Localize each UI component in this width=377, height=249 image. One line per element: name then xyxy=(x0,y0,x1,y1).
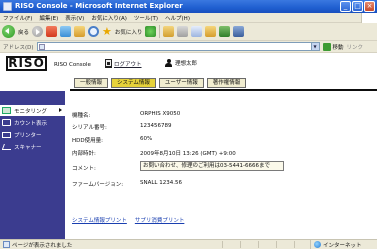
page-done-icon xyxy=(3,241,10,248)
page-icon xyxy=(38,44,45,50)
stop-icon[interactable] xyxy=(46,26,58,37)
scanner-icon xyxy=(2,144,11,150)
status-bar: ページが表示されました インターネット xyxy=(0,239,377,249)
user-info: 理想太郎 xyxy=(165,59,197,67)
tab-user[interactable]: ユーザー情報 xyxy=(158,78,204,88)
printer-icon xyxy=(2,131,11,138)
system-info-print-link[interactable]: システム情報プリント xyxy=(72,216,127,224)
menu-view[interactable]: 表示(V) xyxy=(65,14,84,22)
title-bar: RISO Console - Microsoft Internet Explor… xyxy=(0,0,377,13)
sidebar-item-label: カウント表示 xyxy=(14,120,48,127)
ie-icon xyxy=(3,2,12,11)
back-button-label[interactable]: 戻る xyxy=(18,28,29,36)
sidebar-item-label: プリンター xyxy=(14,132,42,139)
logout-icon xyxy=(105,59,112,68)
zone-label: インターネット xyxy=(323,242,362,249)
user-name: 理想太郎 xyxy=(175,61,198,67)
window-controls: _ □ × xyxy=(340,1,375,12)
forward-icon[interactable] xyxy=(32,26,44,37)
favorites-star-icon[interactable]: ★ xyxy=(102,26,112,37)
tab-divider xyxy=(70,89,377,91)
chevron-right-icon xyxy=(59,108,62,112)
detail-label: コメント: xyxy=(72,166,96,172)
sidebar-item-printer[interactable]: プリンター xyxy=(0,129,65,140)
menu-bar: ファイル(F) 編集(E) 表示(V) お気に入り(A) ツール(T) ヘルプ(… xyxy=(0,13,377,23)
search-icon[interactable] xyxy=(88,26,100,37)
research-icon[interactable] xyxy=(233,26,245,37)
detail-value: SNALL 1234.56 xyxy=(140,180,182,186)
sidebar-item-label: スキャナー xyxy=(14,144,42,151)
go-label: 移動 xyxy=(332,44,344,51)
detail-value: 123456789 xyxy=(140,123,172,129)
links-button[interactable]: リンク xyxy=(347,43,364,51)
info-tabs: 一般情報 システム情報 ユーザー情報 著作権情報 xyxy=(74,78,247,88)
globe-icon xyxy=(314,241,321,248)
discuss-icon[interactable] xyxy=(205,26,217,37)
windows-logo xyxy=(361,13,377,23)
sidebar-item-monitoring[interactable]: モニタリング xyxy=(0,105,65,116)
detail-label: シリアル番号: xyxy=(72,125,107,131)
go-icon xyxy=(322,42,331,51)
status-text: ページが表示されました xyxy=(12,242,73,249)
console-name: RISO Console xyxy=(54,62,91,68)
edit-icon[interactable] xyxy=(191,26,203,37)
address-label: アドレス(D) xyxy=(3,44,34,51)
favorites-button-label[interactable]: お気に入り xyxy=(115,28,143,36)
menu-tools[interactable]: ツール(T) xyxy=(134,14,158,22)
tab-system[interactable]: システム情報 xyxy=(111,78,156,88)
sidebar: モニタリング カウント表示 プリンター スキャナー xyxy=(0,91,65,239)
sidebar-item-count[interactable]: カウント表示 xyxy=(0,117,65,128)
sidebar-item-scanner[interactable]: スキャナー xyxy=(0,141,65,152)
comment-field[interactable]: お問い合わせ、修理のご利用は03-5441-6666まで xyxy=(140,161,284,171)
logout-label: ログアウト xyxy=(114,61,142,68)
monitor-icon xyxy=(2,107,11,114)
window-title: RISO Console - Microsoft Internet Explor… xyxy=(15,2,183,10)
count-icon xyxy=(2,119,11,126)
home-icon[interactable] xyxy=(74,26,86,37)
address-dropdown-icon[interactable]: ▼ xyxy=(310,43,319,50)
tab-general[interactable]: 一般情報 xyxy=(74,78,109,88)
riso-logo: RISO xyxy=(6,56,47,71)
address-input[interactable]: ▼ xyxy=(36,42,320,51)
toolbar: 戻る ★ お気に入り xyxy=(0,23,377,41)
history-icon[interactable] xyxy=(145,26,157,37)
sidebar-item-label: モニタリング xyxy=(14,108,48,115)
menu-edit[interactable]: 編集(E) xyxy=(39,14,58,22)
detail-label: HDD使用量: xyxy=(72,138,103,144)
logout-link[interactable]: ログアウト xyxy=(105,59,142,68)
toolbar-separator xyxy=(159,25,161,38)
print-links: システム情報プリント サプリ消費プリント xyxy=(72,216,184,224)
detail-label: 機種名: xyxy=(72,113,91,119)
back-icon[interactable] xyxy=(2,25,15,38)
security-zone: インターネット xyxy=(310,240,362,249)
user-icon xyxy=(165,59,172,67)
close-button[interactable]: × xyxy=(364,1,375,12)
refresh-icon[interactable] xyxy=(60,26,72,37)
messenger-icon[interactable] xyxy=(219,26,231,37)
detail-label: ファームバージョン: xyxy=(72,182,124,188)
mail-icon[interactable] xyxy=(163,26,175,37)
maximize-button[interactable]: □ xyxy=(352,1,363,12)
menu-help[interactable]: ヘルプ(H) xyxy=(165,14,190,22)
menu-file[interactable]: ファイル(F) xyxy=(3,14,32,22)
supply-usage-print-link[interactable]: サプリ消費プリント xyxy=(135,216,185,224)
detail-value: ORPHIS X9050 xyxy=(140,111,181,117)
status-cells xyxy=(222,241,312,248)
detail-label: 内部時計: xyxy=(72,151,96,157)
print-icon[interactable] xyxy=(177,26,189,37)
minimize-button[interactable]: _ xyxy=(340,1,351,12)
tab-copyright[interactable]: 著作権情報 xyxy=(206,78,247,88)
detail-value: 60% xyxy=(140,136,153,142)
detail-value: 2009年8月10日 13:26 (GMT) +9:00 xyxy=(140,151,236,157)
menu-favorites[interactable]: お気に入り(A) xyxy=(91,14,127,22)
address-bar: アドレス(D) ▼ 移動 リンク xyxy=(0,41,377,53)
go-button[interactable]: 移動 xyxy=(322,42,344,51)
